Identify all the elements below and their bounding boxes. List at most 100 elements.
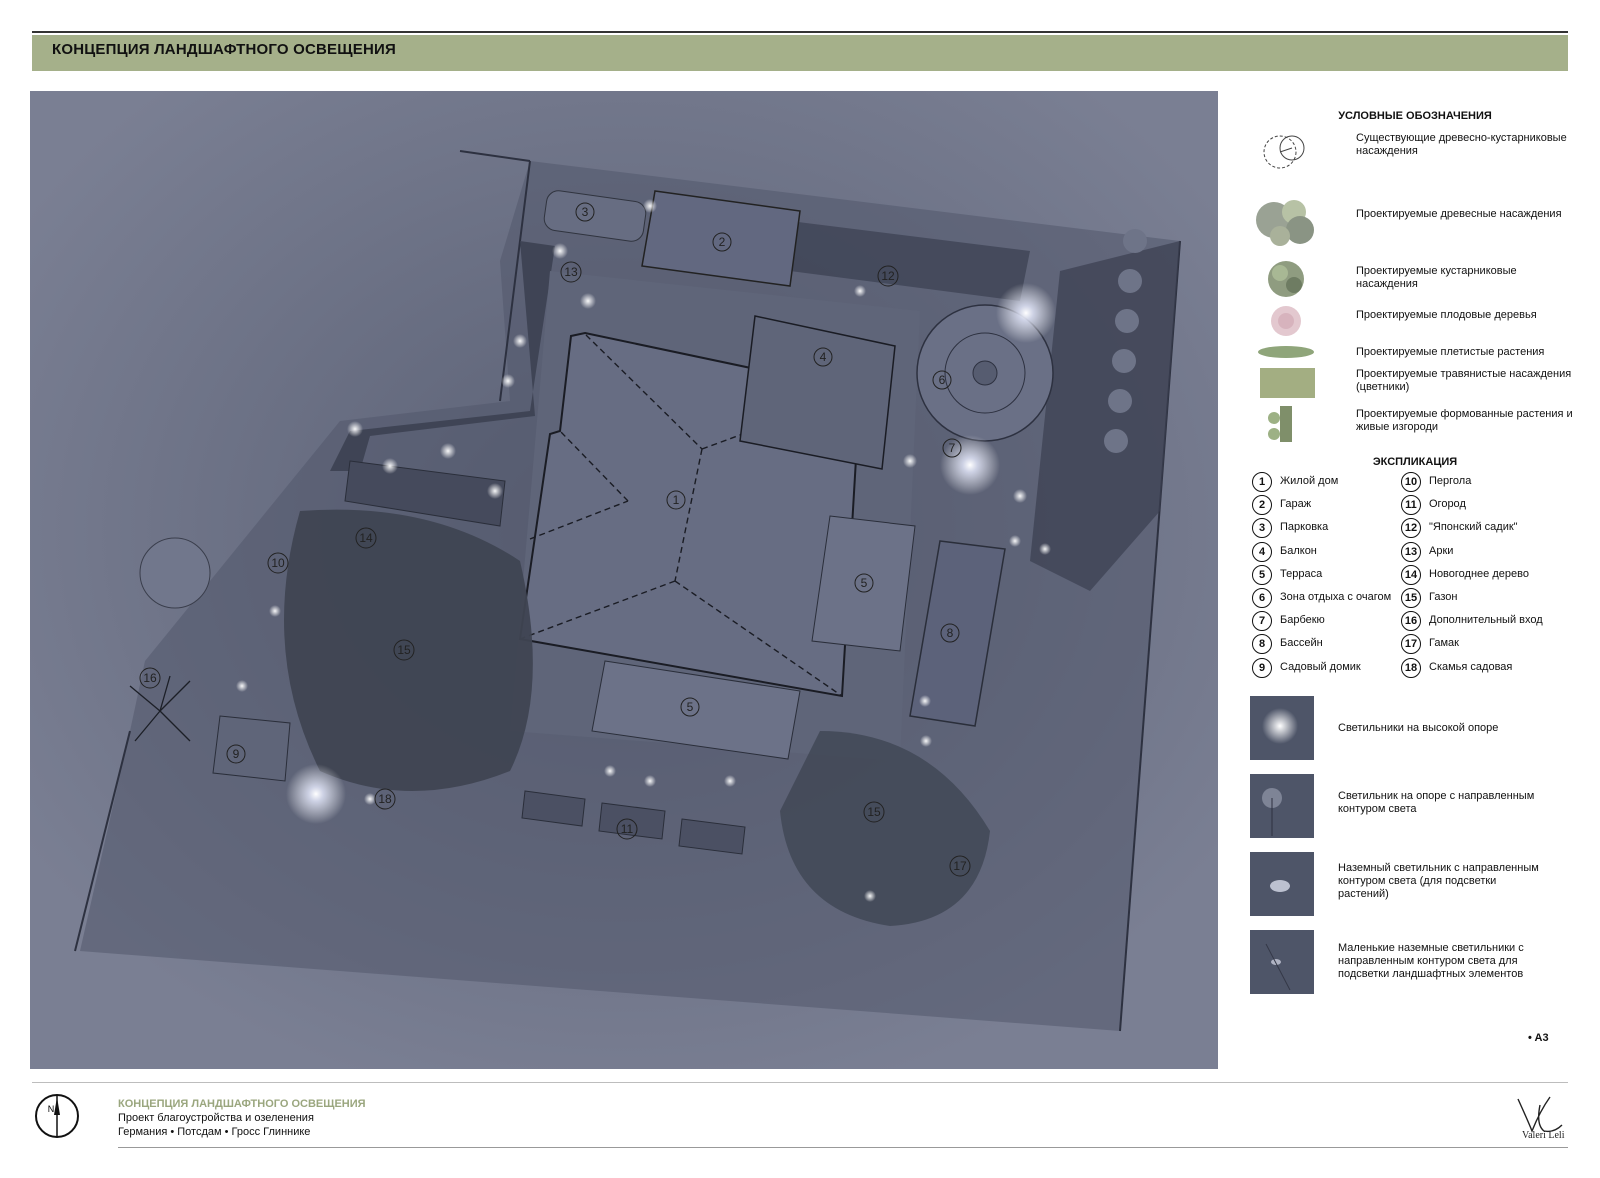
footer-rule	[32, 1082, 1568, 1083]
explication-number: 14	[1401, 564, 1421, 585]
compass-letter: N	[48, 1104, 55, 1114]
garden-house	[212, 715, 291, 782]
label-extra-entrance: 16	[143, 671, 157, 685]
light-pole-directed-text: Светильник на опоре с направленным конту…	[1338, 790, 1535, 815]
label-pool: 8	[947, 626, 954, 640]
explication-number: 11	[1401, 495, 1421, 516]
fruit-trees-icon	[1271, 306, 1301, 336]
label-fire-pit: 6	[939, 373, 946, 387]
explication-number: 4	[1252, 541, 1272, 562]
legend-topiary-hedges: Проектируемые формованные растения и жив…	[1250, 404, 1580, 464]
footer-subtitle: Проект благоустройства и озеленения	[118, 1112, 314, 1124]
footer-title: КОНЦЕПЦИЯ ЛАНДШАФТНОГО ОСВЕЩЕНИЯ	[118, 1098, 366, 1110]
legend-fruit-trees-text: Проектируемые плодовые деревья	[1356, 309, 1537, 321]
explication-label: Бассейн	[1280, 637, 1323, 650]
designed-shrubs-icon	[1268, 261, 1304, 297]
explication-label: Садовый домик	[1280, 660, 1361, 673]
legend-title: УСЛОВНЫЕ ОБОЗНАЧЕНИЯ	[1338, 110, 1492, 122]
explication-number: 15	[1401, 588, 1421, 608]
explication-number: 13	[1401, 541, 1421, 562]
explication-number: 7	[1252, 611, 1272, 632]
explication-number: 12	[1401, 518, 1421, 539]
explication-title: ЭКСПЛИКАЦИЯ	[1372, 456, 1458, 468]
light-small-ground-text: Маленькие наземные светильники с направл…	[1338, 942, 1524, 980]
top-rule	[32, 31, 1568, 33]
legend-topiary-hedges-text: Проектируемые формованные растения и жив…	[1356, 408, 1573, 433]
light-ground-directed: Наземный светильник с направленным конту…	[1250, 852, 1570, 918]
legend-existing-trees: Существующие древесно-кустарниковые наса…	[1250, 128, 1580, 188]
light-high-pole-text: Светильники на высокой опоре	[1338, 722, 1499, 734]
pole-directed-light-icon	[1250, 774, 1314, 838]
explication-number: 8	[1252, 634, 1272, 655]
explication-label: Гараж	[1280, 498, 1312, 511]
explication-number: 2	[1252, 495, 1272, 516]
label-hammock: 17	[953, 859, 967, 873]
designed-trees-icon	[1256, 200, 1314, 246]
existing-trees-icon	[1263, 135, 1305, 169]
site-plan-svg: 1 2 3 4 5 5 6 7 8 9 10 11 12 13 14 15 15…	[30, 91, 1218, 1069]
light-small-ground: Маленькие наземные светильники с направл…	[1250, 930, 1570, 996]
sheet-format: • A3	[1528, 1032, 1549, 1044]
legend-herbaceous-plants-text: Проектируемые травянистые насаждения (цв…	[1356, 368, 1572, 393]
label-christmas-tree: 14	[359, 531, 373, 545]
explication-label: Пергола	[1429, 475, 1472, 487]
label-lawn-east: 15	[867, 805, 881, 819]
explication-number: 6	[1252, 588, 1272, 608]
explication-label: Газон	[1429, 591, 1458, 603]
explication-label: Скамья садовая	[1429, 660, 1513, 673]
high-pole-light-icon	[1250, 696, 1314, 760]
explication-label: Арки	[1429, 544, 1454, 557]
explication-label: Дополнительный вход	[1429, 614, 1543, 627]
explication-number: 18	[1401, 657, 1421, 678]
footer-bottom-rule	[118, 1147, 1568, 1148]
explication-label: Гамак	[1429, 637, 1459, 650]
legend-designed-trees: Проектируемые древесные насаждения	[1250, 192, 1580, 252]
explication-label: Новогоднее дерево	[1429, 567, 1529, 580]
explication-label: Терраса	[1280, 567, 1323, 580]
legend-designed-trees-text: Проектируемые древесные насаждения	[1356, 208, 1562, 220]
legend-climbing-plants-text: Проектируемые плетистые растения	[1356, 346, 1545, 358]
label-parking: 3	[582, 205, 589, 219]
label-bench: 18	[378, 792, 392, 806]
explication-label: Огород	[1429, 498, 1466, 511]
herbaceous-plants-icon	[1260, 368, 1315, 398]
page-title: КОНЦЕПЦИЯ ЛАНДШАФТНОГО ОСВЕЩЕНИЯ	[52, 41, 396, 58]
small-ground-lights-icon	[1250, 930, 1314, 994]
label-arches: 13	[564, 265, 578, 279]
climbing-plants-icon	[1258, 346, 1314, 358]
label-terrace-dining: 5	[861, 576, 868, 590]
label-japanese-garden: 12	[881, 269, 895, 283]
legend-designed-shrubs-text: Проектируемые кустарниковые насаждения	[1356, 265, 1517, 290]
signature-text: Valeri Leli	[1522, 1130, 1565, 1141]
light-ground-directed-text: Наземный светильник с направленным конту…	[1338, 862, 1539, 900]
explication-label: Парковка	[1280, 521, 1329, 534]
site-plan: 1 2 3 4 5 5 6 7 8 9 10 11 12 13 14 15 15…	[30, 91, 1218, 1069]
explication-label: Барбекю	[1280, 614, 1325, 627]
ground-light-icon	[1250, 852, 1314, 916]
explication-label: Зона отдыха с очагом	[1280, 591, 1392, 603]
light-pole-directed: Светильник на опоре с направленным конту…	[1250, 774, 1570, 840]
topiary-hedges-icon	[1268, 406, 1292, 442]
explication-number: 10	[1401, 472, 1421, 492]
explication-label: "Японский садик"	[1429, 521, 1518, 534]
explication-label: Жилой дом	[1280, 475, 1339, 487]
title-bar: КОНЦЕПЦИЯ ЛАНДШАФТНОГО ОСВЕЩЕНИЯ	[32, 35, 1568, 71]
explication-number: 17	[1401, 634, 1421, 655]
label-lawn-west: 15	[397, 643, 411, 657]
label-garage: 2	[719, 235, 726, 249]
label-pergola: 10	[271, 556, 285, 570]
explication-number: 16	[1401, 611, 1421, 632]
round-platform	[139, 537, 211, 609]
explication-label: Балкон	[1280, 544, 1317, 557]
explication-number: 3	[1252, 518, 1272, 539]
footer-location: Германия • Потсдам • Гросс Глиннике	[118, 1126, 311, 1138]
light-high-pole: Светильники на высокой опоре	[1250, 696, 1570, 762]
north-arrow-icon: N	[35, 1094, 79, 1138]
label-vegetable-garden: 11	[621, 822, 634, 836]
label-garden-house: 9	[233, 747, 240, 761]
legend-existing-trees-text: Существующие древесно-кустарниковые наса…	[1356, 132, 1567, 157]
explication-number: 5	[1252, 564, 1272, 585]
explication-number: 1	[1252, 472, 1272, 492]
label-balcony: 4	[820, 350, 827, 364]
fire-pit	[972, 360, 998, 386]
